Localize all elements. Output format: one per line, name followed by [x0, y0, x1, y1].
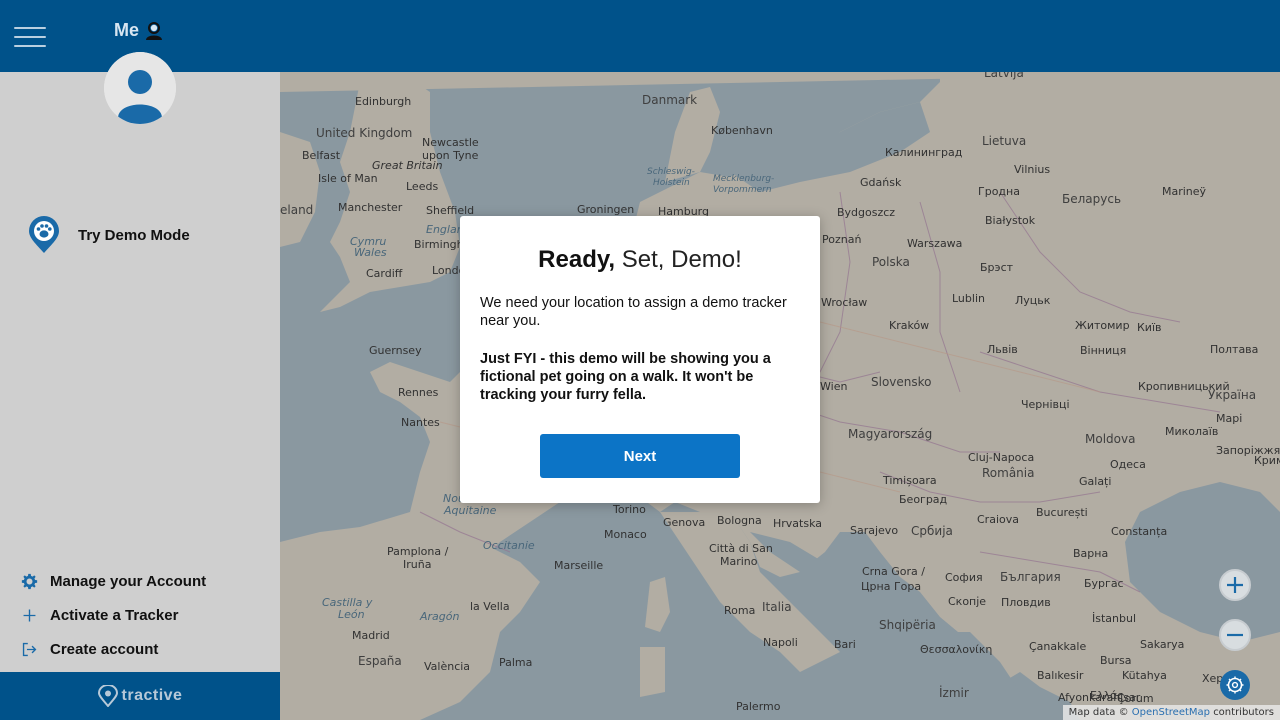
- tractive-logo-icon: [97, 685, 118, 707]
- paw-location-icon: [29, 216, 59, 253]
- map-settings-gear-icon[interactable]: [1220, 670, 1250, 700]
- attribution-suffix: contributors: [1213, 707, 1274, 718]
- person-icon: [146, 21, 163, 40]
- brand-footer: tractive: [0, 672, 280, 720]
- map-attribution: Map data © OpenStreetMap contributors: [1062, 705, 1280, 720]
- brand-name: tractive: [121, 687, 183, 704]
- me-label: Me: [114, 20, 140, 40]
- manage-account-label: Manage your Account: [50, 572, 207, 590]
- demo-modal: Ready, Set, Demo! We need your location …: [460, 216, 820, 503]
- openstreetmap-link[interactable]: OpenStreetMap: [1132, 707, 1210, 718]
- next-button[interactable]: Next: [540, 434, 740, 478]
- modal-title: Ready, Set, Demo!: [460, 246, 820, 274]
- hamburger-menu-icon[interactable]: [14, 25, 46, 49]
- modal-fyi-note: Just FYI - this demo will be showing you…: [480, 351, 771, 403]
- modal-description: We need your location to assign a demo t…: [480, 295, 787, 329]
- me-profile-button[interactable]: Me: [114, 20, 164, 41]
- modal-title-strong: Ready,: [538, 246, 616, 273]
- try-demo-mode-label: Try Demo Mode: [78, 226, 190, 244]
- zoom-in-icon[interactable]: [1219, 569, 1251, 601]
- try-demo-mode-button[interactable]: Try Demo Mode: [26, 216, 190, 254]
- create-account-label: Create account: [50, 640, 159, 658]
- activate-tracker-label: Activate a Tracker: [50, 606, 179, 624]
- attribution-prefix: Map data ©: [1068, 707, 1129, 718]
- user-avatar-icon[interactable]: [104, 52, 176, 124]
- account-menu: Manage your Account Activate a Tracker C…: [20, 564, 206, 666]
- sign-in-icon: [20, 640, 38, 658]
- modal-title-rest: Set, Demo!: [615, 246, 742, 273]
- create-account-link[interactable]: Create account: [20, 632, 206, 666]
- gear-icon: [20, 572, 38, 590]
- top-bar: Me: [0, 0, 1280, 72]
- manage-account-link[interactable]: Manage your Account: [20, 564, 206, 598]
- activate-tracker-link[interactable]: Activate a Tracker: [20, 598, 206, 632]
- zoom-out-icon[interactable]: [1219, 619, 1251, 651]
- sidebar: Try Demo Mode Manage your Account Activa…: [0, 72, 280, 672]
- plus-icon: [20, 606, 38, 624]
